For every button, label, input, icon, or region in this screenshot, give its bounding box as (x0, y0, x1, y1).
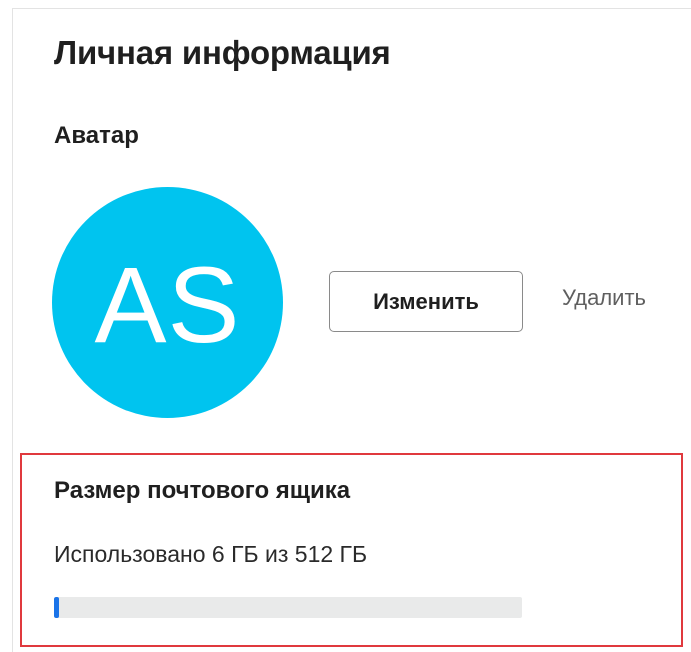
mailbox-usage-text: Использовано 6 ГБ из 512 ГБ (54, 541, 368, 567)
mailbox-usage-bar (54, 597, 522, 618)
delete-avatar-button[interactable]: Удалить (562, 285, 646, 311)
change-avatar-button[interactable]: Изменить (329, 271, 523, 332)
avatar: AS (52, 187, 283, 418)
mailbox-size-section: Размер почтового ящика Использовано 6 ГБ… (20, 453, 683, 647)
mailbox-usage-bar-fill (54, 597, 60, 618)
page-title: Личная информация (54, 34, 391, 71)
avatar-initials: AS (94, 243, 241, 365)
mailbox-size-heading: Размер почтового ящика (54, 477, 351, 504)
avatar-section-heading: Аватар (54, 122, 139, 149)
